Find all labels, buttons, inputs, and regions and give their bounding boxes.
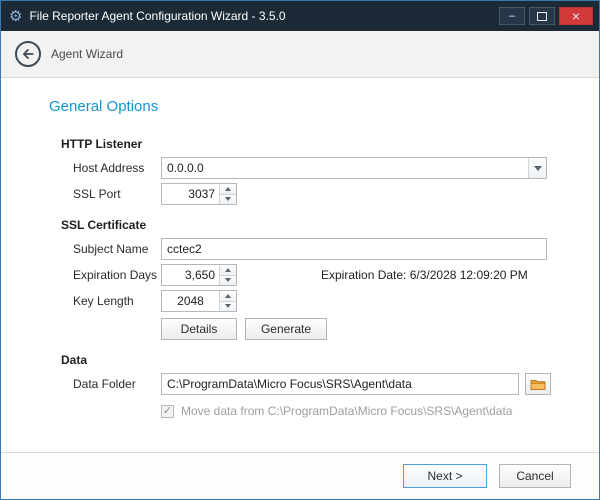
spin-up-icon (225, 294, 231, 298)
expiration-days-row: Expiration Days Expiration Date: 6/3/202… (73, 264, 554, 286)
http-listener-group-label: HTTP Listener (61, 137, 554, 151)
expiration-days-input[interactable] (162, 265, 219, 285)
wizard-header-title: Agent Wizard (51, 47, 123, 61)
minimize-button[interactable]: – (499, 7, 525, 25)
back-button[interactable] (15, 41, 41, 67)
minimize-icon: – (509, 11, 515, 22)
key-length-input[interactable] (162, 291, 219, 311)
ssl-port-spin-buttons (219, 184, 236, 204)
window-title: File Reporter Agent Configuration Wizard… (29, 9, 499, 23)
details-button[interactable]: Details (161, 318, 237, 340)
ssl-port-input[interactable] (162, 184, 219, 204)
data-folder-input[interactable] (161, 373, 519, 395)
spin-up-icon (225, 268, 231, 272)
host-address-combobox (161, 157, 547, 179)
back-arrow-icon (21, 47, 35, 61)
expiration-date-text: Expiration Date: 6/3/2028 12:09:20 PM (321, 268, 528, 282)
folder-icon (530, 378, 546, 391)
expiration-days-down-button[interactable] (220, 275, 236, 286)
ssl-port-spinner (161, 183, 237, 205)
data-folder-label: Data Folder (73, 377, 161, 391)
subject-name-input[interactable] (161, 238, 547, 260)
spin-down-icon (225, 197, 231, 201)
title-bar: ⚙ File Reporter Agent Configuration Wiza… (1, 1, 599, 31)
spin-down-icon (225, 304, 231, 308)
wizard-footer: Next > Cancel (1, 452, 599, 499)
key-length-label: Key Length (73, 294, 161, 308)
host-address-input[interactable] (162, 158, 528, 178)
key-length-spin-buttons (219, 291, 236, 311)
host-address-dropdown-button[interactable] (528, 158, 546, 178)
subject-name-label: Subject Name (73, 242, 161, 256)
ssl-certificate-group-label: SSL Certificate (61, 218, 554, 232)
expiration-days-up-button[interactable] (220, 265, 236, 275)
host-address-row: Host Address (73, 157, 554, 179)
window-controls: – × (499, 7, 599, 25)
key-length-up-button[interactable] (220, 291, 236, 301)
browse-folder-button[interactable] (525, 373, 551, 395)
close-button[interactable]: × (559, 7, 593, 25)
data-folder-row: Data Folder (73, 373, 554, 395)
app-gear-icon: ⚙ (9, 9, 22, 24)
expiration-days-spinner (161, 264, 237, 286)
key-length-down-button[interactable] (220, 301, 236, 312)
spin-up-icon (225, 187, 231, 191)
spin-down-icon (225, 278, 231, 282)
ssl-port-label: SSL Port (73, 187, 161, 201)
ssl-port-row: SSL Port (73, 183, 554, 205)
wizard-content: General Options HTTP Listener Host Addre… (1, 78, 599, 418)
host-address-label: Host Address (73, 161, 161, 175)
maximize-button[interactable] (529, 7, 555, 25)
ssl-port-down-button[interactable] (220, 194, 236, 205)
key-length-row: Key Length (73, 290, 554, 312)
expiration-days-spin-buttons (219, 265, 236, 285)
chevron-down-icon (534, 166, 542, 171)
move-data-checkbox-label: Move data from C:\ProgramData\Micro Focu… (181, 404, 512, 418)
cancel-button[interactable]: Cancel (499, 464, 571, 488)
subject-name-row: Subject Name (73, 238, 554, 260)
wizard-window: ⚙ File Reporter Agent Configuration Wiza… (0, 0, 600, 500)
page-title: General Options (49, 98, 554, 115)
ssl-port-up-button[interactable] (220, 184, 236, 194)
close-icon: × (572, 9, 580, 23)
certificate-buttons-row: Details Generate (161, 318, 554, 340)
data-group-label: Data (61, 353, 554, 367)
key-length-spinner (161, 290, 237, 312)
maximize-icon (537, 12, 547, 21)
expiration-days-label: Expiration Days (73, 268, 161, 282)
checkmark-icon: ✓ (163, 406, 172, 417)
next-button[interactable]: Next > (403, 464, 487, 488)
generate-button[interactable]: Generate (245, 318, 327, 340)
wizard-header: Agent Wizard (1, 31, 599, 78)
move-data-checkbox: ✓ (161, 405, 174, 418)
move-data-row: ✓ Move data from C:\ProgramData\Micro Fo… (161, 404, 554, 418)
